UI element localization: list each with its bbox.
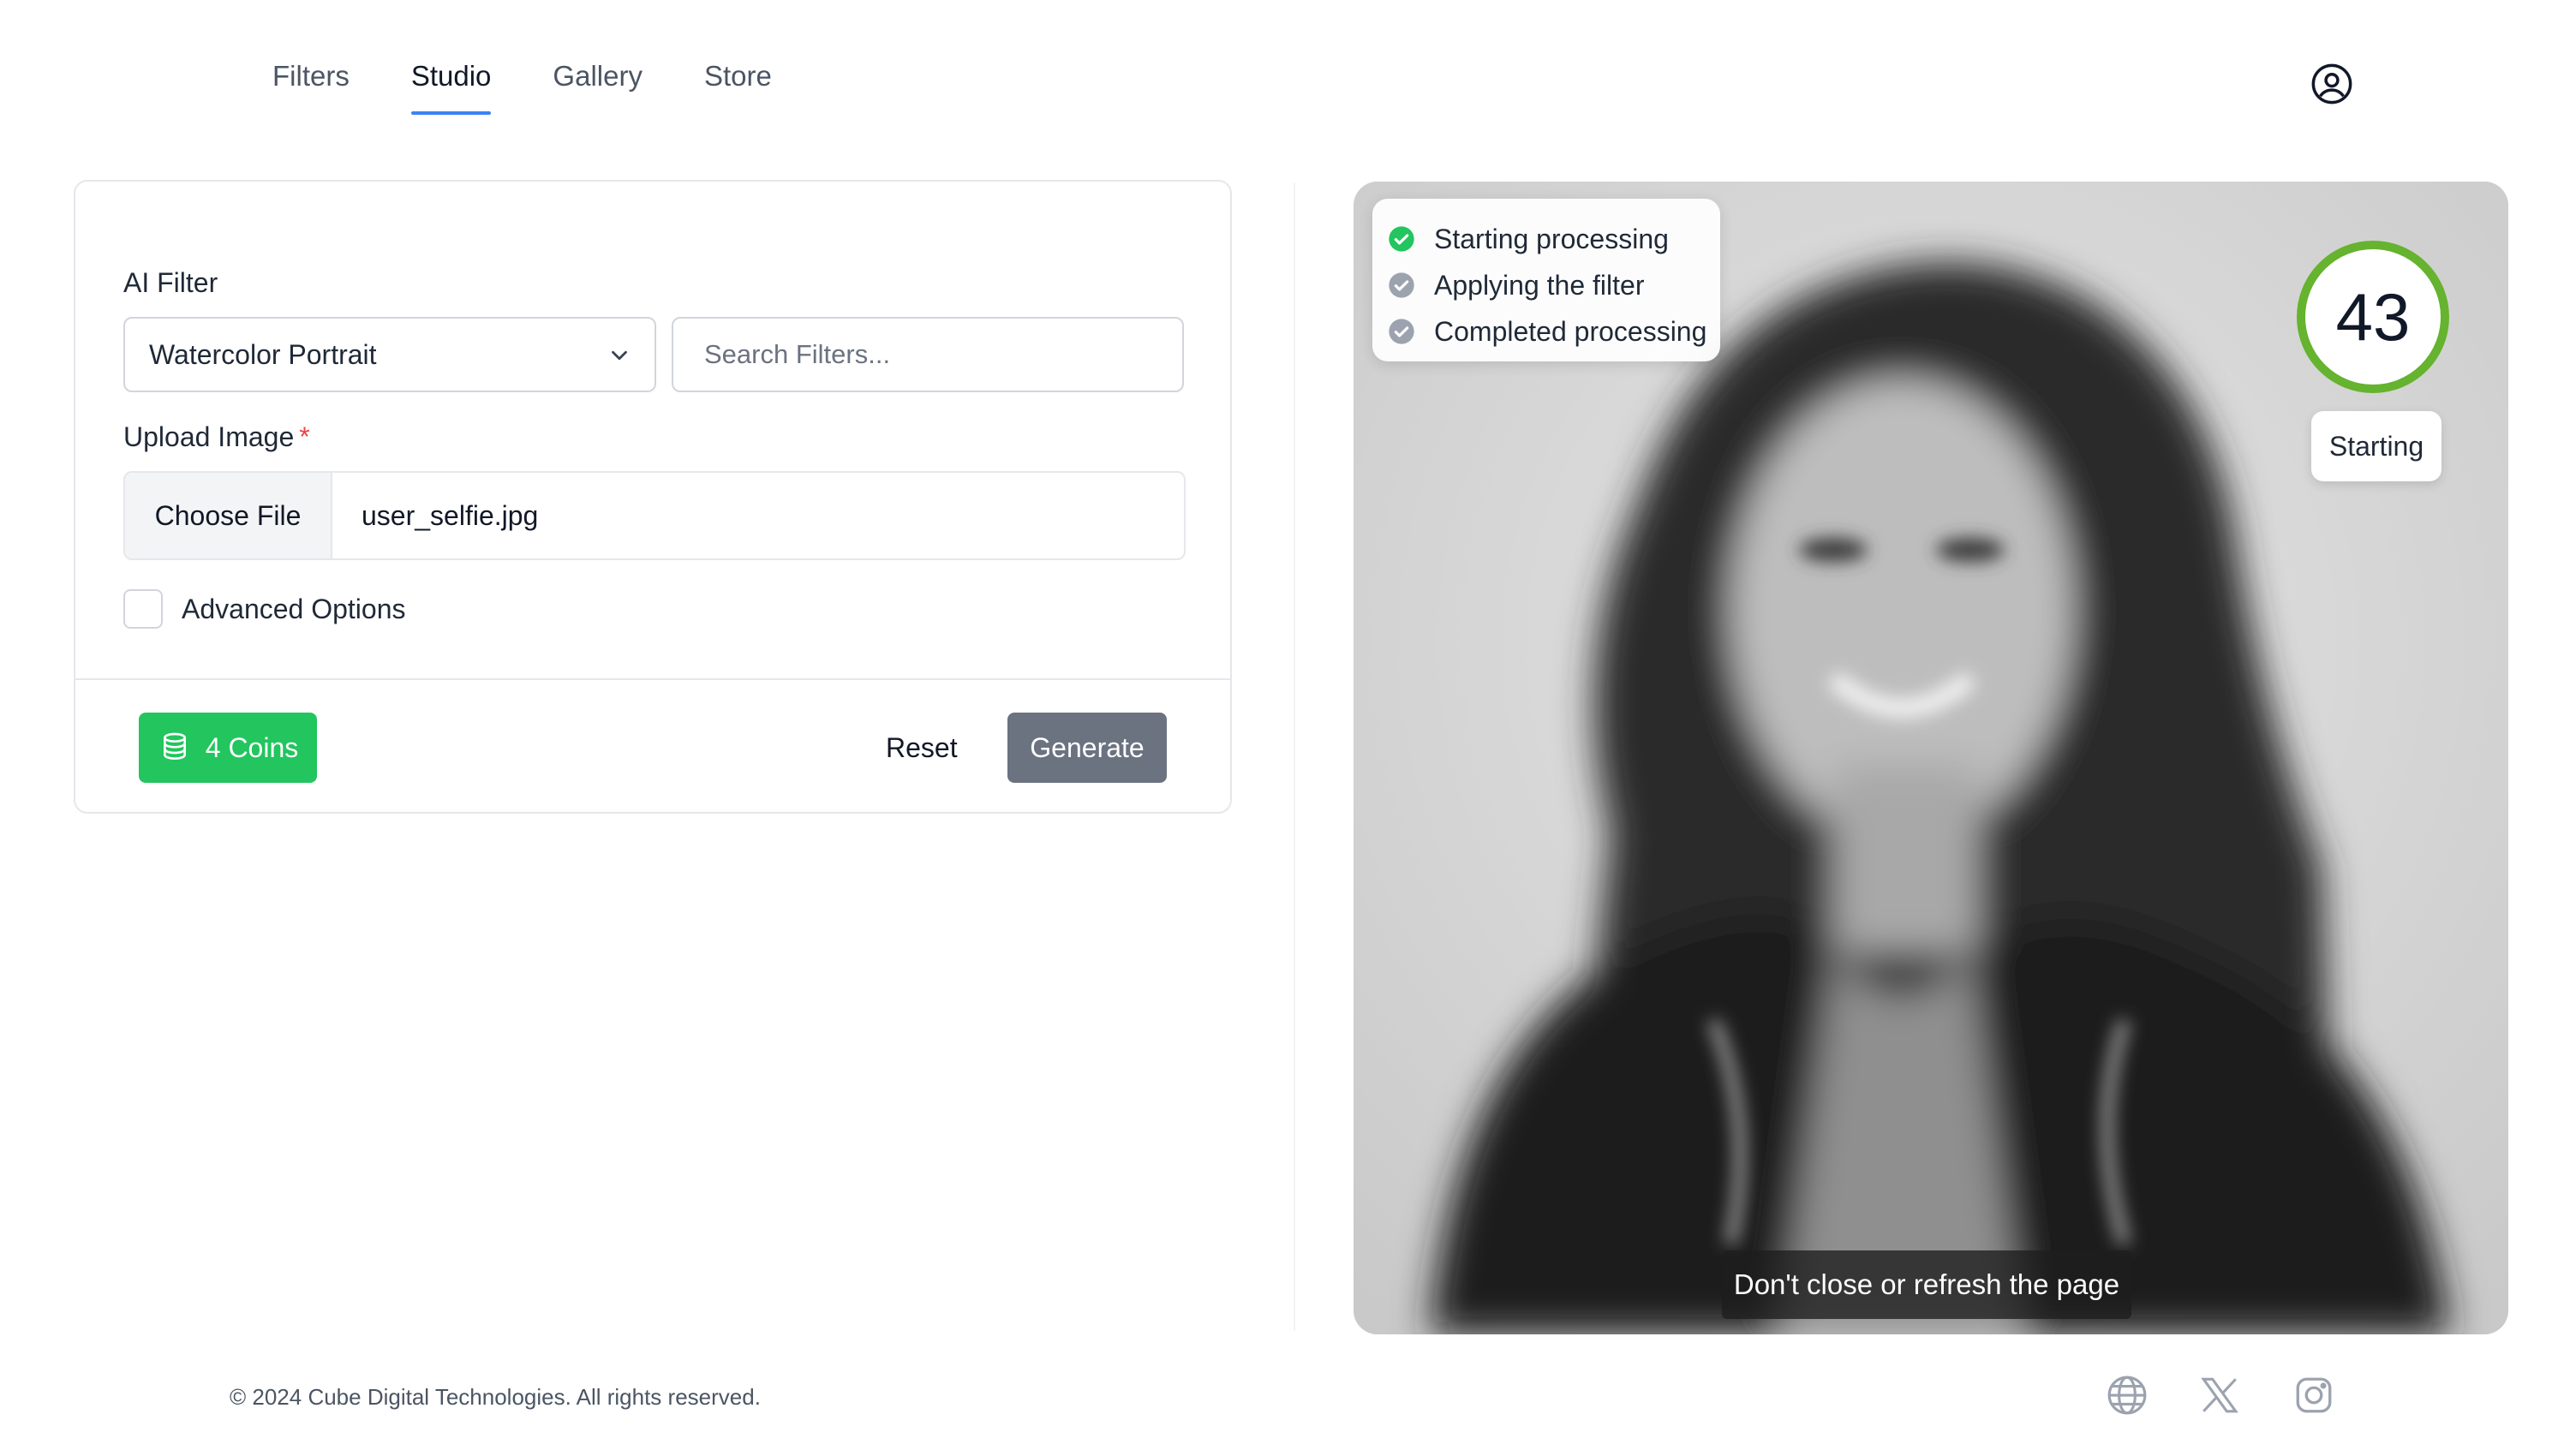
instagram-icon[interactable] <box>2292 1374 2335 1417</box>
filter-select[interactable]: Watercolor Portrait <box>123 317 656 392</box>
ai-filter-label: AI Filter <box>123 267 218 298</box>
advanced-options-checkbox[interactable] <box>123 589 163 629</box>
filter-label-wrap: AI Filter <box>123 267 1182 299</box>
status-badge: Starting <box>2311 411 2442 481</box>
filter-select-value: Watercolor Portrait <box>149 338 377 370</box>
check-circle-icon <box>1389 319 1414 344</box>
check-circle-icon <box>1389 226 1414 252</box>
filter-form-card: AI Filter Watercolor Portrait Upload Ima… <box>74 180 1232 814</box>
card-footer: 4 Coins Reset Generate <box>75 678 1230 812</box>
tab-gallery[interactable]: Gallery <box>553 60 642 115</box>
processing-steps: Starting processing Applying the filter … <box>1372 199 1720 361</box>
file-upload-field[interactable]: Choose File user_selfie.jpg <box>123 471 1186 560</box>
step-label: Applying the filter <box>1434 269 1645 301</box>
upload-image-label: Upload Image * <box>123 421 310 452</box>
nav-tabs: Filters Studio Gallery Store <box>272 60 772 115</box>
search-filters-input[interactable] <box>672 317 1184 392</box>
step-applying: Applying the filter <box>1388 262 1720 308</box>
generate-button[interactable]: Generate <box>1007 713 1167 783</box>
selected-file-name: user_selfie.jpg <box>362 499 539 531</box>
step-label: Starting processing <box>1434 223 1669 254</box>
step-completed: Completed processing <box>1388 308 1720 355</box>
progress-value: 43 <box>2335 278 2411 355</box>
reset-button[interactable]: Reset <box>886 713 958 783</box>
check-circle-icon <box>1389 272 1414 298</box>
user-circle-icon[interactable] <box>2310 62 2354 106</box>
x-logo-icon[interactable] <box>2198 1374 2241 1417</box>
coins-label: 4 Coins <box>205 731 299 763</box>
coins-button[interactable]: 4 Coins <box>139 713 317 783</box>
tab-studio[interactable]: Studio <box>410 60 491 115</box>
globe-icon[interactable] <box>2106 1374 2149 1417</box>
chevron-down-icon <box>612 350 627 361</box>
tab-store[interactable]: Store <box>704 60 772 115</box>
advanced-options-label: Advanced Options <box>182 593 406 624</box>
tab-filters[interactable]: Filters <box>272 60 350 115</box>
filter-row: Watercolor Portrait <box>123 317 1186 394</box>
dont-close-warning: Don't close or refresh the page <box>1722 1250 2131 1319</box>
image-preview: Starting processing Applying the filter … <box>1354 182 2508 1334</box>
upload-image-label-text: Upload Image <box>123 421 295 452</box>
copyright-text: © 2024 Cube Digital Technologies. All ri… <box>230 1384 761 1410</box>
column-divider <box>1294 183 1295 1331</box>
step-starting: Starting processing <box>1388 216 1720 262</box>
advanced-options-toggle[interactable]: Advanced Options <box>123 589 406 629</box>
step-label: Completed processing <box>1434 315 1707 347</box>
upload-label-wrap: Upload Image * <box>123 421 310 453</box>
coins-stack-icon <box>163 732 186 761</box>
top-navigation: Filters Studio Gallery Store <box>0 0 2570 154</box>
required-mark: * <box>299 421 310 452</box>
choose-file-button[interactable]: Choose File <box>125 473 332 558</box>
progress-ring: 43 <box>2294 238 2452 396</box>
